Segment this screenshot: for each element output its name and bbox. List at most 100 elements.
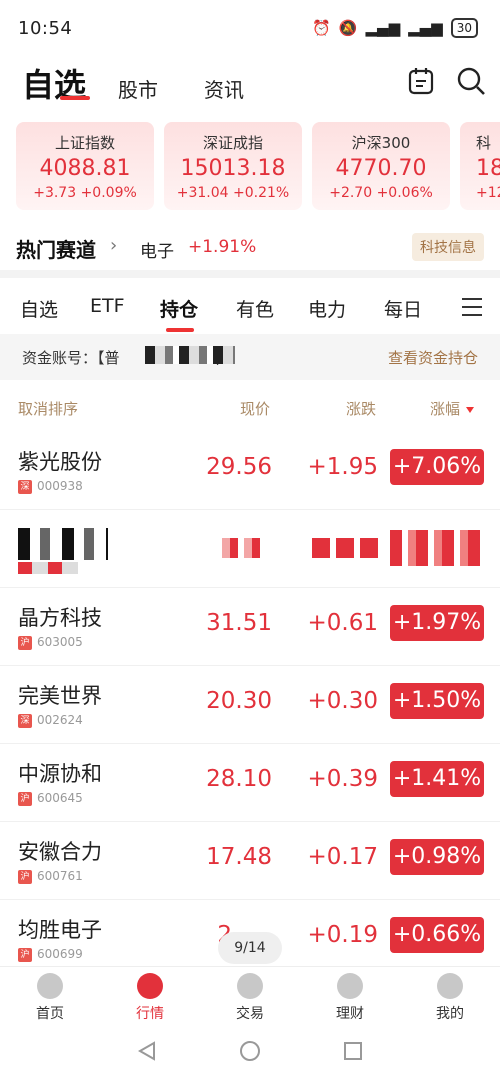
- stock-change: +0.30: [307, 688, 378, 714]
- index-change: +3.73 +0.09%: [33, 185, 137, 201]
- stock-row[interactable]: 晶方科技 沪 603005 31.51 +0.61 +1.97%: [0, 588, 500, 666]
- hot-tag[interactable]: 科技信息: [412, 233, 484, 261]
- index-value: 4770.70: [335, 156, 427, 181]
- nav-wealth[interactable]: 理财: [310, 973, 390, 1023]
- stock-row[interactable]: 紫光股份 深 000938 29.56 +1.95 +7.06%: [0, 432, 500, 510]
- col-change-header[interactable]: 涨跌: [346, 398, 376, 419]
- app-root: 10:54 ⏰ 🔕 ▂▄▆ ▂▄▆ 30 自选 股市 资讯 上证指数 4088.…: [0, 0, 500, 1076]
- back-icon[interactable]: [136, 1040, 158, 1062]
- subtab-underline: [166, 328, 194, 332]
- index-change: +2.70 +0.06%: [329, 185, 433, 201]
- home-circle-icon[interactable]: [239, 1040, 261, 1062]
- view-holdings-link[interactable]: 查看资金持仓: [388, 347, 478, 368]
- signal-icon: ▂▄▆: [365, 19, 401, 37]
- stock-price: 17.48: [206, 844, 272, 870]
- profile-icon: [437, 973, 463, 999]
- nav-label: 我的: [436, 1006, 464, 1022]
- stock-row-masked[interactable]: [0, 510, 500, 588]
- menu-icon[interactable]: [462, 298, 482, 316]
- status-bar: 10:54 ⏰ 🔕 ▂▄▆ ▂▄▆ 30: [0, 0, 500, 54]
- stock-row[interactable]: 完美世界 深 002624 20.30 +0.30 +1.50%: [0, 666, 500, 744]
- stock-code: 600699: [37, 947, 83, 961]
- stock-row[interactable]: 中源协和 沪 600645 28.10 +0.39 +1.41%: [0, 744, 500, 822]
- nav-trade[interactable]: 交易: [210, 973, 290, 1023]
- alarm-icon: ⏰: [312, 19, 331, 37]
- title-underline: [60, 96, 90, 100]
- subtab-power[interactable]: 电力: [308, 295, 346, 322]
- nav-label: 交易: [236, 1006, 264, 1022]
- stock-name: 完美世界: [18, 684, 102, 708]
- stock-change: +0.61: [307, 610, 378, 636]
- stock-code: 600761: [37, 869, 83, 883]
- tab-news[interactable]: 资讯: [204, 74, 244, 103]
- stock-pct-badge: +1.50%: [390, 683, 484, 719]
- stock-name: 安徽合力: [18, 840, 102, 864]
- index-card-partial[interactable]: 科 18 +12: [460, 122, 500, 210]
- index-name: 科: [476, 134, 492, 152]
- stock-code: 603005: [37, 635, 83, 649]
- stock-price: 31.51: [206, 610, 272, 636]
- stock-change: +0.17: [307, 844, 378, 870]
- hot-sector-pct: +1.91%: [188, 237, 257, 257]
- index-change: +31.04 +0.21%: [176, 185, 290, 201]
- index-card-sz[interactable]: 深证成指 15013.18 +31.04 +0.21%: [164, 122, 302, 210]
- cancel-sort-button[interactable]: 取消排序: [18, 398, 78, 419]
- system-nav-bar: [0, 1028, 500, 1076]
- stock-code: 002624: [37, 713, 83, 727]
- battery-icon: 30: [450, 18, 478, 38]
- stock-change: +0.19: [307, 922, 378, 948]
- stock-name: 中源协和: [18, 762, 102, 786]
- stock-code: 600645: [37, 791, 83, 805]
- home-icon: [37, 973, 63, 999]
- bottom-nav: 首页 行情 交易 理财 我的: [0, 966, 500, 1028]
- account-number-masked: [145, 346, 235, 364]
- masked-change: [312, 538, 380, 558]
- recents-icon[interactable]: [342, 1040, 364, 1062]
- stock-pct-badge: +7.06%: [390, 449, 484, 485]
- sort-desc-icon: [466, 406, 475, 413]
- masked-pct: [390, 530, 484, 566]
- index-card-sh[interactable]: 上证指数 4088.81 +3.73 +0.09%: [16, 122, 154, 210]
- stock-code: 000938: [37, 479, 83, 493]
- signal-icon-2: ▂▄▆: [408, 19, 443, 37]
- market-badge: 沪: [18, 792, 32, 806]
- account-bar: 资金账号：【普) 查看资金持仓: [0, 334, 500, 380]
- tab-stock-market[interactable]: 股市: [118, 74, 158, 103]
- stock-pct-badge: +1.97%: [390, 605, 484, 641]
- hot-track-bar[interactable]: 热门赛道 › 电子 +1.91% 科技信息: [0, 226, 500, 266]
- trend-icon: [137, 973, 163, 999]
- status-time: 10:54: [18, 18, 73, 39]
- subtab-nonferrous[interactable]: 有色: [236, 295, 274, 322]
- subtab-watchlist[interactable]: 自选: [20, 295, 58, 322]
- stock-name: 均胜电子: [18, 918, 102, 942]
- stock-change: +0.39: [307, 766, 378, 792]
- hot-sector-name: 电子: [140, 242, 174, 262]
- subtab-daily[interactable]: 每日: [384, 295, 422, 322]
- nav-label: 行情: [136, 1006, 164, 1022]
- nav-mine[interactable]: 我的: [410, 973, 490, 1023]
- masked-code: [18, 562, 78, 574]
- search-icon[interactable]: [456, 66, 486, 96]
- index-name: 沪深300: [351, 134, 411, 152]
- subtab-holdings[interactable]: 持仓: [160, 295, 198, 322]
- index-change: +12: [476, 185, 500, 201]
- col-pct-header[interactable]: 涨幅: [430, 398, 475, 419]
- index-name: 深证成指: [202, 134, 263, 152]
- note-icon[interactable]: [406, 66, 436, 96]
- status-icons: ⏰ 🔕 ▂▄▆ ▂▄▆ 30: [312, 18, 478, 38]
- stock-pct-badge: +1.41%: [390, 761, 484, 797]
- col-price-header[interactable]: 现价: [240, 398, 270, 419]
- page-indicator: 9/14: [218, 932, 282, 964]
- chevron-right-icon: ›: [110, 235, 118, 256]
- diamond-icon: [337, 973, 363, 999]
- stock-row[interactable]: 安徽合力 沪 600761 17.48 +0.17 +0.98%: [0, 822, 500, 900]
- index-name: 上证指数: [54, 134, 115, 152]
- market-badge: 深: [18, 714, 32, 728]
- index-value: 18: [476, 156, 500, 181]
- subtab-etf[interactable]: ETF: [90, 295, 125, 317]
- nav-market[interactable]: 行情: [110, 973, 190, 1023]
- index-value: 4088.81: [39, 156, 131, 181]
- stock-price: 29.56: [206, 454, 272, 480]
- index-card-hs300[interactable]: 沪深300 4770.70 +2.70 +0.06%: [312, 122, 450, 210]
- nav-home[interactable]: 首页: [10, 973, 90, 1023]
